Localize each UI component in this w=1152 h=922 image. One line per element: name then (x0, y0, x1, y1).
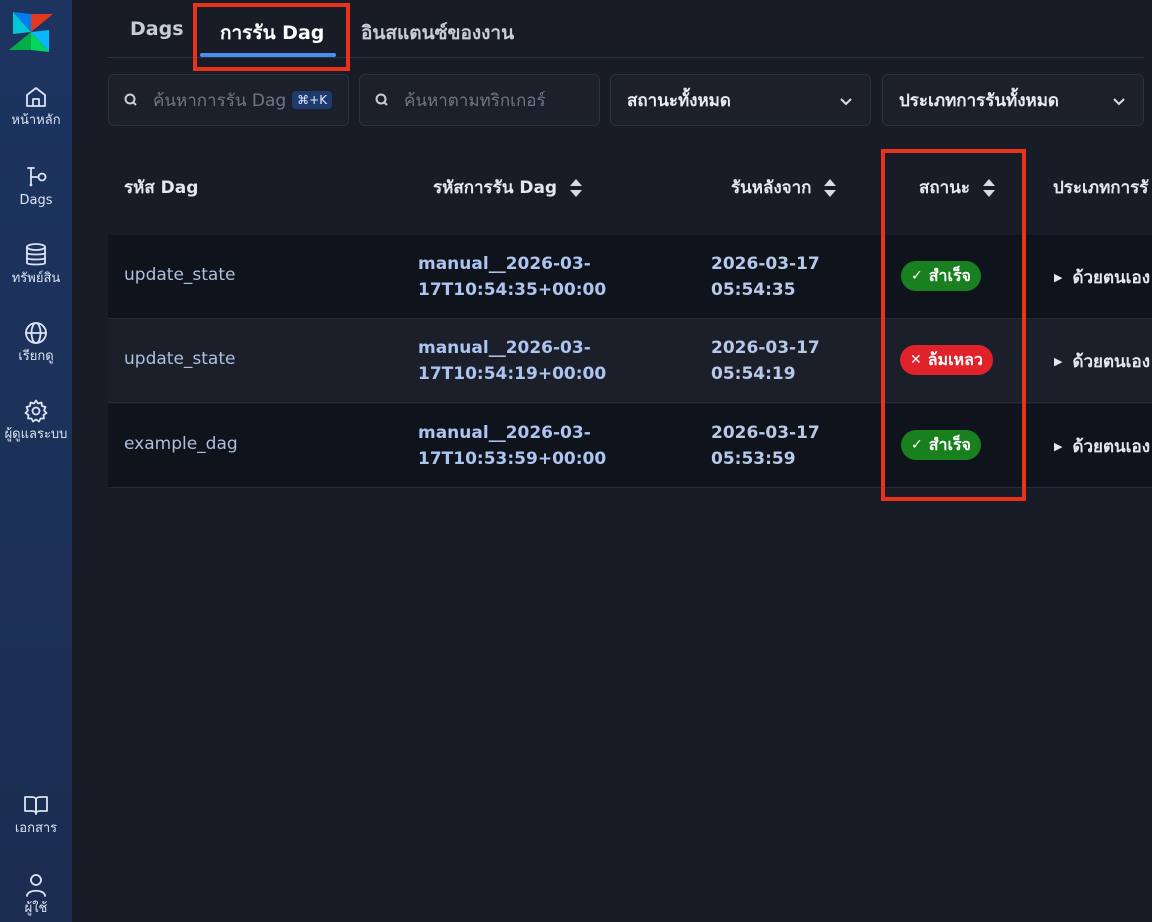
run-type-value: ▶ ด้วยตนเอง (1054, 348, 1150, 375)
run-type-select[interactable]: ประเภทการรันทั้งหมด (882, 74, 1144, 126)
dag-id-link[interactable]: update_state (124, 265, 235, 285)
sort-icon[interactable] (569, 177, 583, 199)
sidebar-item-user[interactable]: ผู้ใช้ (0, 872, 72, 922)
sidebar-item-dags[interactable]: Dags (0, 164, 72, 228)
search-trigger-placeholder: ค้นหาตามทริกเกอร์ (404, 90, 546, 111)
search-runs-placeholder: ค้นหาการรัน Dag (153, 90, 287, 111)
run-id-line: manual__2026-03- (418, 423, 591, 443)
run-type-select-value: ประเภทการรันทั้งหมด (899, 90, 1059, 111)
sidebar: หน้าหลัก Dags ทรัพย์สิน เรียกดู ผู้ดูแลร… (0, 0, 72, 922)
search-runs-input[interactable]: ค้นหาการรัน Dag ⌘+K (108, 74, 349, 126)
tab-task-instances[interactable]: อินสแตนซ์ของงาน (361, 18, 514, 48)
run-type-label: ด้วยตนเอง (1072, 268, 1150, 288)
search-trigger-input[interactable]: ค้นหาตามทริกเกอร์ (359, 74, 600, 126)
sidebar-item-assets[interactable]: ทรัพย์สิน (0, 242, 72, 306)
chevron-down-icon (1113, 98, 1125, 106)
dag-icon (27, 167, 47, 187)
globe-icon (25, 322, 47, 344)
run-after-value: 2026-03-17 05:54:19 (711, 335, 820, 387)
shortcut-badge: ⌘+K (292, 91, 333, 109)
book-icon (24, 796, 48, 815)
run-id-link[interactable]: manual__2026-03- 17T10:54:35+00:00 (418, 251, 606, 303)
column-header-label: รันหลังจาก (731, 178, 812, 198)
run-type-value: ▶ ด้วยตนเอง (1054, 264, 1150, 291)
run-after-value: 2026-03-17 05:54:35 (711, 251, 820, 303)
search-icon (375, 93, 388, 106)
column-header-run-type: ประเภทการรั (1053, 174, 1148, 201)
column-header-label: ประเภทการรั (1053, 178, 1149, 198)
search-icon (124, 93, 137, 106)
chevron-down-icon (840, 98, 852, 106)
sidebar-item-label: ทรัพย์สิน (11, 271, 61, 286)
sidebar-item-label: เอกสาร (14, 821, 58, 836)
status-select-value: สถานะทั้งหมด (627, 90, 731, 111)
run-type-label: ด้วยตนเอง (1072, 352, 1150, 372)
run-id-line: 17T10:54:35+00:00 (418, 280, 607, 300)
run-id-link[interactable]: manual__2026-03- 17T10:53:59+00:00 (418, 420, 606, 472)
column-header-dag-id: รหัส Dag (124, 174, 198, 201)
run-id-line: 17T10:54:19+00:00 (418, 364, 607, 384)
run-after-value: 2026-03-17 05:53:59 (711, 420, 820, 472)
gear-icon (24, 399, 48, 423)
run-after-date: 2026-03-17 (711, 254, 820, 274)
dag-id-link[interactable]: example_dag (124, 434, 238, 454)
sidebar-item-label: Dags (19, 193, 53, 208)
run-after-time: 05:54:35 (711, 280, 796, 300)
run-type-label: ด้วยตนเอง (1072, 437, 1150, 457)
home-icon (26, 87, 46, 107)
run-id-line: manual__2026-03- (418, 338, 591, 358)
run-type-value: ▶ ด้วยตนเอง (1054, 433, 1150, 460)
sidebar-item-label: หน้าหลัก (11, 113, 61, 128)
play-icon: ▶ (1054, 440, 1063, 453)
sort-icon[interactable] (823, 177, 837, 199)
run-id-line: 17T10:53:59+00:00 (418, 449, 607, 469)
sidebar-item-label: ผู้ใช้ (24, 901, 48, 916)
sidebar-item-admin[interactable]: ผู้ดูแลระบบ (0, 398, 72, 462)
run-after-date: 2026-03-17 (711, 423, 820, 443)
run-after-time: 05:54:19 (711, 364, 796, 384)
highlight-box-status-column (881, 149, 1026, 501)
user-icon (26, 874, 46, 897)
column-header-run-after[interactable]: รันหลังจาก (731, 174, 837, 201)
column-header-run-id[interactable]: รหัสการรัน Dag (433, 174, 583, 201)
sidebar-item-label: เรียกดู (18, 349, 54, 364)
column-header-label: รหัสการรัน Dag (433, 178, 558, 198)
sidebar-item-browse[interactable]: เรียกดู (0, 320, 72, 384)
sidebar-item-label: ผู้ดูแลระบบ (4, 427, 68, 442)
sidebar-item-docs[interactable]: เอกสาร (0, 792, 72, 856)
sidebar-item-home[interactable]: หน้าหลัก (0, 84, 72, 148)
run-after-date: 2026-03-17 (711, 338, 820, 358)
column-header-label: รหัส Dag (124, 178, 199, 198)
database-icon (26, 243, 46, 266)
dag-id-link[interactable]: update_state (124, 349, 235, 369)
play-icon: ▶ (1054, 355, 1063, 368)
play-icon: ▶ (1054, 271, 1063, 284)
airflow-logo-icon[interactable] (9, 10, 53, 54)
status-select[interactable]: สถานะทั้งหมด (610, 74, 871, 126)
run-after-time: 05:53:59 (711, 449, 796, 469)
run-id-link[interactable]: manual__2026-03- 17T10:54:19+00:00 (418, 335, 606, 387)
run-id-line: manual__2026-03- (418, 254, 591, 274)
tab-dags[interactable]: Dags (130, 18, 184, 40)
highlight-box-tab (193, 3, 350, 71)
